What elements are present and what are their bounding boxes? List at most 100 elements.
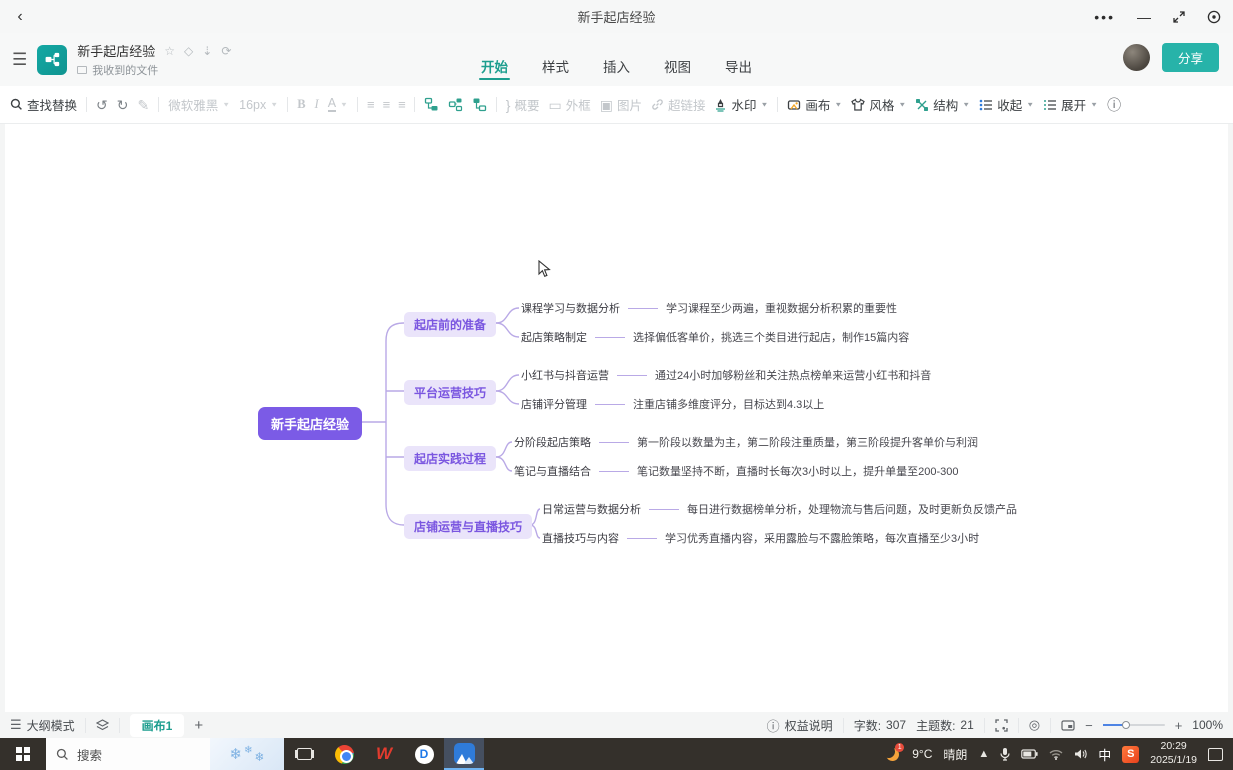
zoom-slider-knob[interactable]: [1122, 721, 1130, 729]
mindmap-subtopic-row[interactable]: 日常运营与数据分析 每日进行数据榜单分析，处理物流与售后问题，及时更新负反馈产品: [542, 500, 1017, 518]
layers-icon[interactable]: [96, 719, 109, 731]
zoom-in-button[interactable]: +: [1175, 718, 1183, 733]
close-icon[interactable]: [1207, 10, 1221, 24]
taskbar-app-dingtalk[interactable]: D: [404, 738, 444, 770]
image-button[interactable]: ▣图片: [600, 95, 642, 114]
font-color-button[interactable]: A▼: [328, 97, 348, 112]
taskbar-search-input[interactable]: 搜索: [46, 738, 210, 770]
font-size-select[interactable]: 16px▼: [239, 98, 278, 112]
weather-moon-icon[interactable]: 1: [885, 746, 901, 762]
mindmap-subtopic-row[interactable]: 课程学习与数据分析 学习课程至少两遍，重视数据分析积累的重要性: [521, 299, 897, 317]
zoom-out-button[interactable]: −: [1085, 718, 1093, 733]
mindmap-root-node[interactable]: 新手起店经验: [258, 407, 362, 440]
tab-insert[interactable]: 插入: [601, 56, 632, 86]
show-hidden-icons[interactable]: ▲: [978, 748, 989, 760]
tab-start[interactable]: 开始: [479, 56, 510, 86]
summary-button[interactable]: }概要: [506, 95, 540, 114]
topic-connector-line: [649, 509, 679, 510]
insert-parent-topic-icon[interactable]: [472, 97, 487, 112]
fit-screen-icon[interactable]: [995, 719, 1008, 732]
start-button[interactable]: [0, 738, 46, 770]
document-location[interactable]: 我收到的文件: [92, 62, 158, 78]
minimap-icon[interactable]: [1061, 720, 1075, 731]
mindmap-subtopic-row[interactable]: 小红书与抖音运营 通过24小时加够粉丝和关注热点榜单来运营小红书和抖音: [521, 366, 931, 384]
weather-widget[interactable]: ❄ ❄ ❄: [210, 738, 284, 770]
task-view-button[interactable]: [284, 738, 324, 770]
taskbar-app-wps[interactable]: W: [364, 738, 404, 770]
search-icon: [10, 98, 23, 111]
minimize-icon[interactable]: —: [1137, 9, 1151, 25]
weather-temperature[interactable]: 9°C: [912, 747, 932, 761]
undo-icon[interactable]: ↺: [96, 98, 108, 112]
align-center-icon[interactable]: ≡: [383, 97, 390, 112]
mindmap-subtopic-row[interactable]: 笔记与直播结合 笔记数量坚持不断，直播时长每次3小时以上，提升单量至200-30…: [514, 462, 959, 480]
frame-button[interactable]: ▭外框: [548, 95, 590, 114]
rights-info-button[interactable]: ⓘ 权益说明: [767, 716, 833, 735]
taskbar-app-chrome[interactable]: [324, 738, 364, 770]
mindmap-subtopic-row[interactable]: 分阶段起店策略 第一阶段以数量为主，第二阶段注重质量，第三阶段提升客单价与利润: [514, 433, 978, 451]
find-replace-button[interactable]: 查找替换: [10, 95, 77, 114]
hyperlink-button[interactable]: 超链接: [651, 95, 706, 114]
align-right-icon[interactable]: ≡: [398, 97, 405, 112]
canvas-icon: [787, 98, 801, 112]
wifi-icon[interactable]: [1049, 749, 1063, 760]
toolbar: 查找替换 ↺ ↻ ✎ 微软雅黑▼ 16px▼ B I A▼ ≡ ≡ ≡ }概要 …: [0, 86, 1233, 124]
subtopic-label: 课程学习与数据分析: [521, 300, 620, 316]
sogou-input-icon[interactable]: S: [1122, 746, 1139, 763]
more-options-icon[interactable]: •••: [1094, 9, 1115, 25]
topic-connector-line: [599, 442, 629, 443]
maximize-icon[interactable]: [1173, 11, 1185, 23]
align-left-icon[interactable]: ≡: [367, 97, 374, 112]
locate-center-icon[interactable]: ◎: [1029, 717, 1040, 733]
canvas-tab[interactable]: 画布1: [130, 714, 185, 737]
watermark-button[interactable]: 水印▼: [714, 95, 768, 114]
zoom-slider[interactable]: [1103, 724, 1165, 726]
canvas-button[interactable]: 画布▼: [787, 95, 842, 114]
subtopic-detail: 笔记数量坚持不断，直播时长每次3小时以上，提升单量至200-300: [637, 463, 959, 479]
taskbar-app-mindmap-active[interactable]: [444, 738, 484, 770]
back-button[interactable]: ‹: [0, 8, 40, 26]
taskbar-clock[interactable]: 20:29 2025/1/19: [1150, 740, 1197, 767]
menu-icon[interactable]: ☰: [12, 50, 27, 70]
structure-button[interactable]: 结构▼: [915, 95, 970, 114]
tab-style[interactable]: 样式: [540, 56, 571, 86]
redo-icon[interactable]: ↻: [117, 98, 129, 112]
task-view-icon: [297, 748, 312, 760]
microphone-icon[interactable]: [1000, 747, 1010, 761]
mindmap-branch-node[interactable]: 起店前的准备: [404, 312, 496, 337]
battery-icon[interactable]: [1021, 749, 1038, 759]
insert-sibling-topic-icon[interactable]: [424, 97, 439, 112]
mindmap-branch-node[interactable]: 起店实践过程: [404, 446, 496, 471]
favorite-star-icon[interactable]: ☆: [164, 45, 175, 57]
font-family-select[interactable]: 微软雅黑▼: [168, 95, 230, 114]
bold-button[interactable]: B: [297, 97, 305, 112]
history-icon[interactable]: ⟳: [221, 45, 231, 57]
speaker-icon[interactable]: [1074, 748, 1087, 760]
tag-icon[interactable]: ◇: [184, 45, 193, 57]
insert-child-topic-icon[interactable]: [448, 97, 463, 112]
mindmap-branch-node[interactable]: 平台运营技巧: [404, 380, 496, 405]
mindmap-canvas[interactable]: 新手起店经验 起店前的准备 平台运营技巧 起店实践过程 店铺运营与直播技巧 课程…: [0, 124, 1233, 712]
mindmap-subtopic-row[interactable]: 店铺评分管理 注重店铺多维度评分，目标达到4.3以上: [521, 395, 824, 413]
collapse-button[interactable]: 收起▼: [979, 95, 1034, 114]
help-icon[interactable]: ⓘ: [1107, 95, 1121, 115]
app-logo-icon[interactable]: [37, 45, 67, 75]
ime-indicator[interactable]: 中: [1098, 745, 1111, 764]
download-icon[interactable]: ⇣: [202, 45, 212, 57]
italic-button[interactable]: I: [315, 97, 319, 112]
mindmap-subtopic-row[interactable]: 直播技巧与内容 学习优秀直播内容，采用露脸与不露脸策略，每次直播至少3小时: [542, 529, 979, 547]
add-canvas-button[interactable]: +: [194, 717, 203, 734]
tab-view[interactable]: 视图: [662, 56, 693, 86]
tab-export[interactable]: 导出: [723, 56, 754, 86]
outline-mode-button[interactable]: ☰ 大纲模式: [10, 717, 75, 734]
format-painter-icon[interactable]: ✎: [137, 98, 149, 112]
mindmap-subtopic-row[interactable]: 起店策略制定 选择偏低客单价，挑选三个类目进行起店，制作15篇内容: [521, 328, 909, 346]
expand-button[interactable]: 展开▼: [1043, 95, 1098, 114]
style-button[interactable]: 风格▼: [851, 95, 906, 114]
action-center-icon[interactable]: [1208, 748, 1223, 761]
user-avatar[interactable]: [1123, 44, 1150, 71]
weather-description[interactable]: 晴朗: [943, 746, 967, 763]
mindmap-branch-node[interactable]: 店铺运营与直播技巧: [404, 514, 532, 539]
share-button[interactable]: 分享: [1162, 43, 1219, 72]
word-count: 字数:307: [854, 717, 906, 734]
